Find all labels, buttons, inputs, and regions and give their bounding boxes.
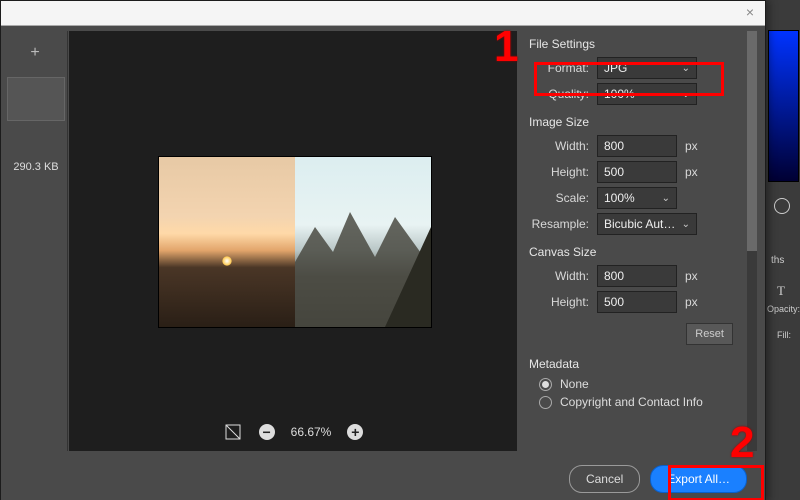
reset-button[interactable]: Reset <box>686 323 733 345</box>
metadata-none-option[interactable]: None <box>539 377 747 391</box>
scale-label: Scale: <box>527 191 589 205</box>
unit-px: px <box>685 165 705 179</box>
image-width-input[interactable] <box>597 135 677 157</box>
preview-options-icon[interactable] <box>223 422 243 442</box>
radio-icon <box>539 396 552 409</box>
preview-canvas[interactable] <box>159 157 431 327</box>
dialog-footer: Cancel Export All… <box>1 457 765 500</box>
minus-icon: − <box>263 425 271 439</box>
metadata-title: Metadata <box>529 357 747 371</box>
zoom-level-readout: 66.67% <box>291 425 332 439</box>
panel-tab-paths[interactable]: ths <box>771 255 784 266</box>
height-label: Height: <box>527 165 589 179</box>
dialog-titlebar: × <box>1 1 765 26</box>
format-select[interactable]: JPG⌄ <box>597 57 697 79</box>
file-settings-group: File Settings Format: JPG⌄ Quality: 100%… <box>527 37 747 105</box>
file-settings-title: File Settings <box>529 37 747 51</box>
color-picker-gradient[interactable] <box>768 30 799 182</box>
zoom-toolbar: − 66.67% + <box>69 419 517 445</box>
color-ring-icon[interactable] <box>774 198 790 214</box>
opacity-label: Opacity: <box>767 304 800 314</box>
format-label: Format: <box>527 61 589 75</box>
canvas-size-group: Canvas Size Width: px Height: px Reset <box>527 245 747 347</box>
chevron-down-icon: ⌄ <box>682 89 690 100</box>
metadata-group: Metadata None Copyright and Contact Info <box>527 357 747 409</box>
plus-icon: + <box>351 425 359 439</box>
resample-label: Resample: <box>527 217 589 231</box>
chevron-down-icon: ⌄ <box>662 193 670 204</box>
canvas-height-label: Height: <box>527 295 589 309</box>
preview-image-right <box>295 157 431 327</box>
metadata-copyright-option[interactable]: Copyright and Contact Info <box>539 395 747 409</box>
quality-label: Quality: <box>527 87 589 101</box>
scale-select[interactable]: 100%⌄ <box>597 187 677 209</box>
export-dialog: × + 290.3 KB − 66.67% <box>0 0 766 500</box>
chevron-down-icon: ⌄ <box>682 63 690 74</box>
preview-area: − 66.67% + <box>69 31 517 451</box>
image-size-group: Image Size Width: px Height: px Scale: 1… <box>527 115 747 235</box>
chevron-down-icon: ⌄ <box>682 219 690 230</box>
add-size-button[interactable]: + <box>7 33 63 73</box>
type-tool-icon[interactable]: T <box>777 283 785 299</box>
canvas-width-label: Width: <box>527 269 589 283</box>
zoom-in-button[interactable]: + <box>347 424 363 440</box>
radio-icon <box>539 378 552 391</box>
canvas-size-title: Canvas Size <box>529 245 747 259</box>
canvas-height-input[interactable] <box>597 291 677 313</box>
resample-select[interactable]: Bicubic Aut…⌄ <box>597 213 697 235</box>
close-icon: × <box>746 4 754 20</box>
thumbnail-column: + 290.3 KB <box>5 31 68 451</box>
quality-select[interactable]: 100%⌄ <box>597 83 697 105</box>
fill-label: Fill: <box>777 330 791 340</box>
unit-px: px <box>685 269 705 283</box>
unit-px: px <box>685 295 705 309</box>
settings-panel: File Settings Format: JPG⌄ Quality: 100%… <box>527 31 757 451</box>
cancel-button[interactable]: Cancel <box>569 465 640 493</box>
zoom-out-button[interactable]: − <box>259 424 275 440</box>
image-height-input[interactable] <box>597 161 677 183</box>
scrollbar-thumb[interactable] <box>747 31 757 251</box>
right-dock: ths T Opacity: Fill: <box>764 0 800 500</box>
thumbnail-slot[interactable] <box>7 77 65 121</box>
file-size-readout: 290.3 KB <box>5 161 67 173</box>
unit-px: px <box>685 139 705 153</box>
preview-image-left <box>159 157 295 327</box>
canvas-width-input[interactable] <box>597 265 677 287</box>
width-label: Width: <box>527 139 589 153</box>
close-button[interactable]: × <box>735 1 765 25</box>
image-size-title: Image Size <box>529 115 747 129</box>
plus-icon: + <box>30 44 39 61</box>
export-all-button[interactable]: Export All… <box>650 465 747 493</box>
scrollbar-track[interactable] <box>747 31 757 451</box>
